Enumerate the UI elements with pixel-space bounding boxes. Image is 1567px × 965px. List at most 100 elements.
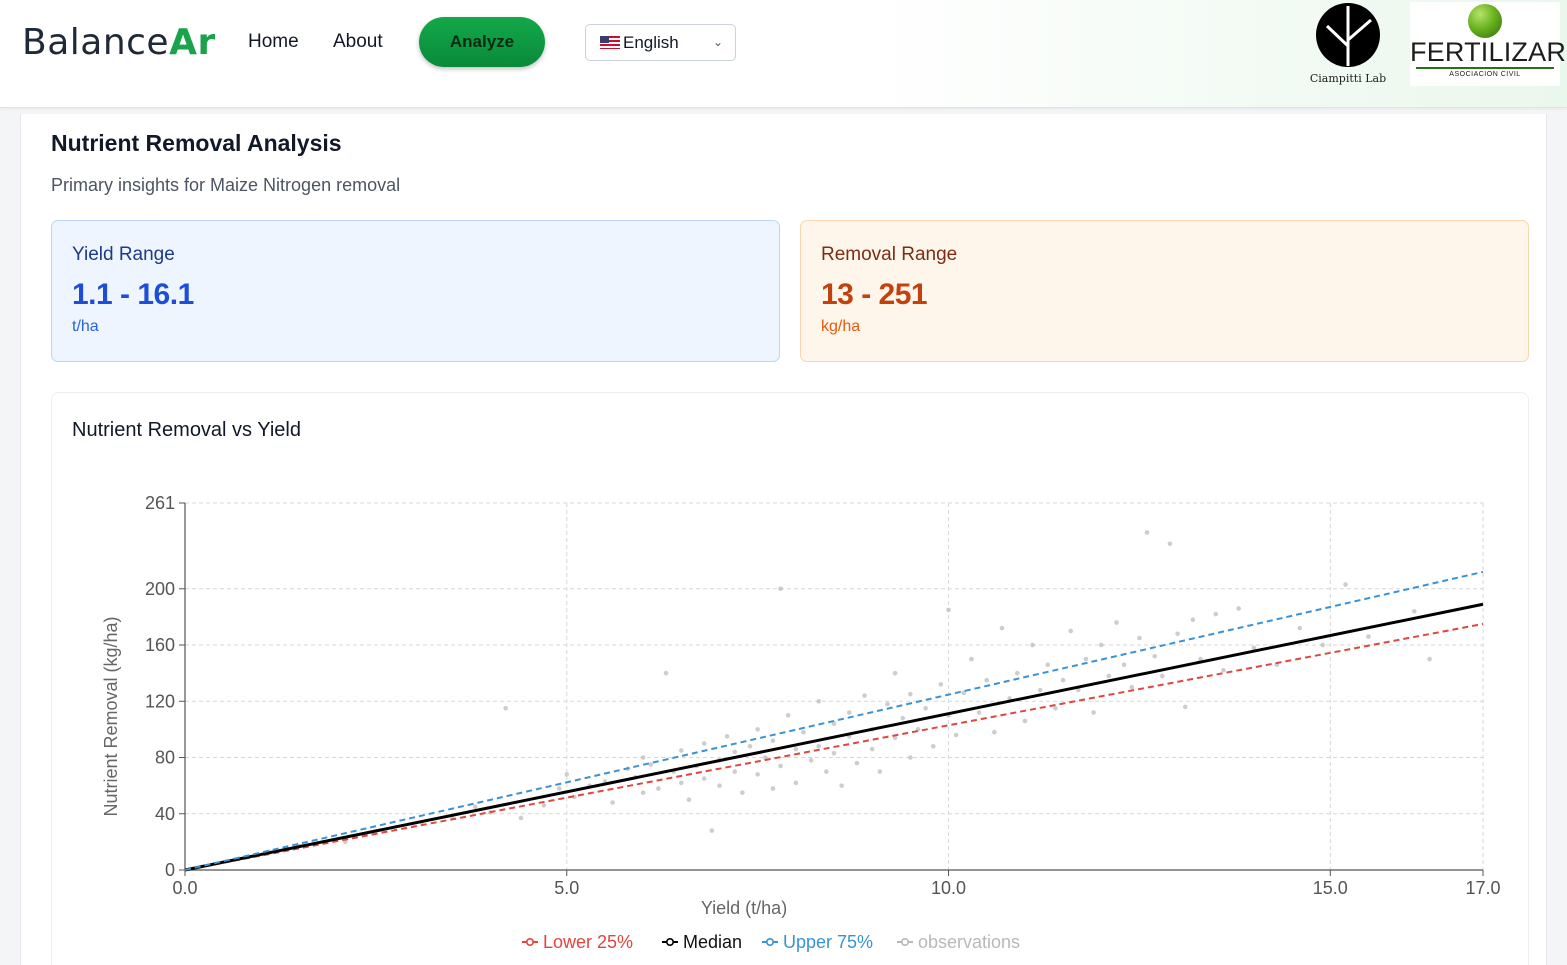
observation-point bbox=[656, 786, 661, 791]
observation-point bbox=[892, 670, 898, 676]
observation-point bbox=[778, 763, 783, 769]
removal-range-value: 13 - 251 bbox=[821, 278, 928, 311]
observation-point bbox=[908, 755, 913, 760]
fertilizar-divider bbox=[1416, 67, 1554, 69]
yield-range-value: 1.1 - 16.1 bbox=[72, 278, 194, 311]
observation-point bbox=[755, 727, 760, 732]
legend-label: Upper 75% bbox=[783, 932, 873, 952]
observation-point bbox=[640, 755, 646, 760]
observation-point bbox=[839, 783, 844, 788]
observation-point bbox=[1213, 611, 1219, 617]
observation-point bbox=[1037, 687, 1043, 693]
observation-point bbox=[1221, 668, 1226, 673]
language-selected-value: English bbox=[623, 33, 679, 52]
observation-point bbox=[610, 800, 615, 805]
y-tick-label: 160 bbox=[145, 635, 175, 655]
observation-point bbox=[1083, 656, 1089, 662]
fertilizar-subtitle: ASOCIACION CIVIL bbox=[1449, 71, 1521, 78]
removal-range-label: Removal Range bbox=[821, 244, 958, 265]
y-tick-label: 200 bbox=[145, 579, 175, 599]
legend-marker[interactable] bbox=[900, 937, 909, 946]
observation-point bbox=[732, 749, 738, 755]
observation-point bbox=[908, 691, 913, 697]
observation-point bbox=[503, 705, 508, 711]
observation-point bbox=[992, 729, 997, 735]
legend-label: Lower 25% bbox=[543, 932, 633, 952]
observation-point bbox=[1114, 620, 1119, 625]
observation-point bbox=[686, 797, 692, 802]
observation-point bbox=[1190, 617, 1196, 623]
observation-point bbox=[663, 670, 669, 676]
yield-range-unit: t/ha bbox=[72, 318, 99, 335]
observation-point bbox=[564, 772, 570, 777]
brand-logo[interactable]: BalanceAr bbox=[22, 22, 216, 63]
fertilizar-sphere-icon bbox=[1468, 4, 1502, 38]
observation-point bbox=[1144, 530, 1150, 535]
observation-point bbox=[1182, 704, 1188, 710]
fertilizar-name: FERTILIZAR bbox=[1410, 37, 1567, 67]
observation-point bbox=[1053, 705, 1058, 711]
observation-point bbox=[541, 803, 547, 808]
observation-point bbox=[1121, 662, 1127, 668]
observation-point bbox=[1343, 582, 1348, 587]
observation-point bbox=[900, 715, 906, 721]
observation-point bbox=[755, 772, 760, 777]
y-axis-label: Nutrient Removal (kg/ha) bbox=[101, 616, 121, 816]
x-tick-label: 10.0 bbox=[931, 878, 966, 898]
ciampitti-lab-logo: Ciampitti Lab bbox=[1305, 2, 1391, 85]
analyze-button[interactable]: Analyze bbox=[419, 17, 545, 67]
observation-point bbox=[1236, 606, 1241, 611]
observation-point bbox=[1068, 628, 1073, 634]
y-tick-label: 40 bbox=[155, 804, 175, 824]
observation-point bbox=[1060, 677, 1066, 683]
language-select[interactable]: English ⌄ bbox=[585, 24, 736, 61]
chevron-down-icon: ⌄ bbox=[712, 35, 723, 49]
observation-point bbox=[778, 586, 783, 592]
observation-point bbox=[976, 710, 982, 715]
observation-point bbox=[1129, 684, 1135, 690]
y-tick-label: 261 bbox=[145, 493, 175, 513]
observation-point bbox=[1411, 608, 1417, 614]
observation-point bbox=[785, 713, 791, 718]
observation-point bbox=[969, 656, 974, 662]
ciampitti-tree-icon bbox=[1316, 3, 1380, 67]
observation-point bbox=[854, 760, 860, 766]
observation-point bbox=[885, 701, 890, 707]
brand-name-part2: Ar bbox=[169, 22, 216, 63]
legend-marker[interactable] bbox=[765, 937, 774, 946]
series-line-median bbox=[184, 602, 1484, 872]
observation-point bbox=[793, 746, 799, 752]
observation-point bbox=[1167, 541, 1173, 547]
nav-about-link[interactable]: About bbox=[333, 31, 383, 53]
removal-vs-yield-chart[interactable]: 0 40 80 120 160 200 261 0.0 5.0 10.0 15.0 17.0 Yield… bbox=[60, 470, 1500, 965]
legend-label: Median bbox=[683, 932, 742, 952]
nav-home-link[interactable]: Home bbox=[248, 31, 299, 53]
y-tick-label: 80 bbox=[155, 748, 175, 768]
series-line-lower-25 bbox=[184, 622, 1484, 871]
observation-point bbox=[678, 748, 684, 753]
observation-point bbox=[518, 815, 524, 821]
observation-point bbox=[732, 769, 738, 774]
observation-point bbox=[808, 758, 814, 763]
observation-point bbox=[1427, 656, 1432, 662]
yield-range-card: Yield Range 1.1 - 16.1 t/ha bbox=[51, 220, 780, 362]
observation-point bbox=[709, 828, 715, 833]
observation-point bbox=[801, 729, 806, 735]
yield-range-label: Yield Range bbox=[72, 244, 175, 265]
observation-point bbox=[724, 734, 730, 739]
x-tick-label: 17.0 bbox=[1465, 878, 1500, 898]
observation-point bbox=[717, 783, 722, 788]
legend-marker[interactable] bbox=[525, 937, 534, 946]
observation-point bbox=[1030, 642, 1035, 648]
x-tick-label: 15.0 bbox=[1313, 878, 1348, 898]
page-subtitle: Primary insights for Maize Nitrogen remo… bbox=[51, 175, 401, 195]
top-navbar: BalanceAr Home About Analyze English ⌄ C… bbox=[0, 0, 1567, 108]
observation-point bbox=[869, 746, 875, 752]
legend-marker[interactable] bbox=[665, 937, 674, 946]
observation-point bbox=[1014, 670, 1020, 676]
brand-name-part1: Balance bbox=[22, 22, 170, 63]
observation-point bbox=[1320, 642, 1325, 648]
observation-point bbox=[1160, 673, 1165, 679]
observation-point bbox=[1098, 642, 1104, 648]
observation-point bbox=[1045, 662, 1051, 668]
